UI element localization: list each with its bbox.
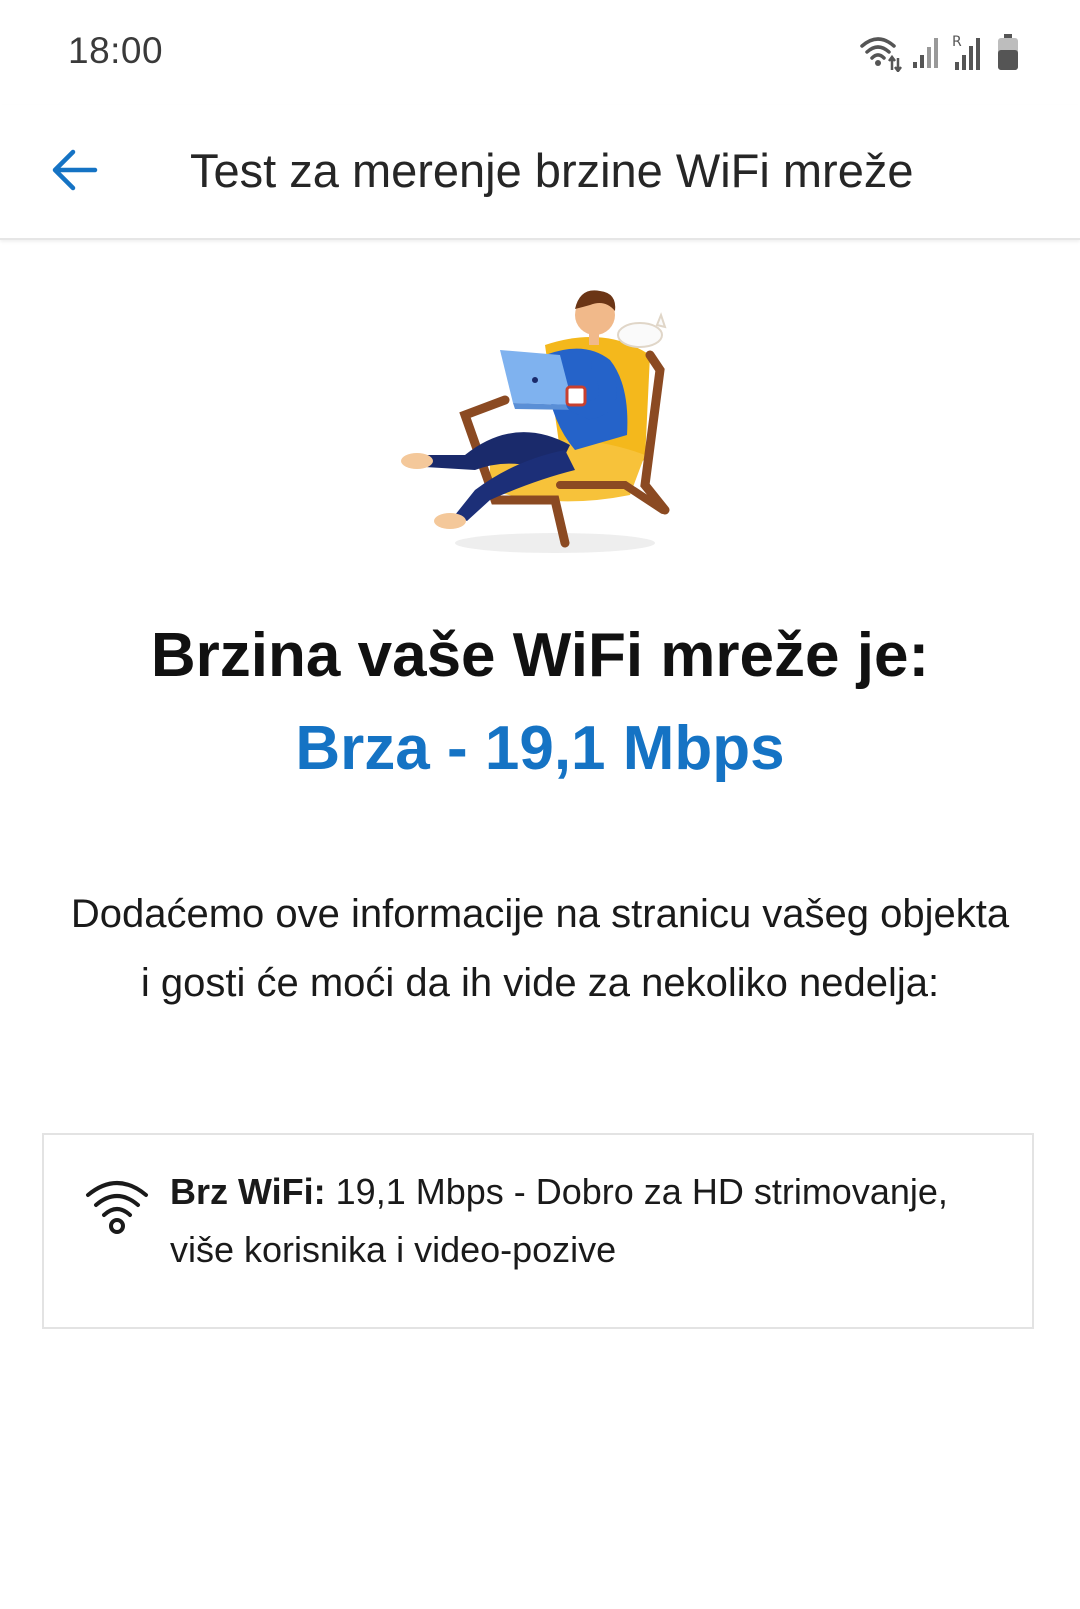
- speed-value: Brza - 19,1 Mbps: [295, 714, 785, 783]
- wifi-info-label: Brz WiFi:: [170, 1171, 326, 1212]
- svg-text:R: R: [952, 34, 962, 50]
- page-title: Test za merenje brzine WiFi mreže: [190, 144, 914, 197]
- wifi-icon: [86, 1181, 148, 1234]
- app-bar: Test za merenje brzine WiFi mreže: [0, 105, 1080, 240]
- arrow-left-icon: [52, 149, 98, 191]
- status-bar: 18:00 R: [0, 0, 1080, 105]
- signal-icon: [913, 38, 938, 68]
- battery-icon: [998, 34, 1018, 70]
- roaming-signal-icon: R: [952, 34, 980, 70]
- status-icons: R: [858, 30, 1020, 74]
- illustration-graphic: [401, 290, 670, 553]
- status-time: 18:00: [68, 30, 164, 71]
- wifi-info-card: Brz WiFi: 19,1 Mbps - Dobro za HD strimo…: [42, 1133, 1034, 1329]
- person-in-armchair-illustration: [395, 285, 685, 565]
- wifi-info-text: Brz WiFi: 19,1 Mbps - Dobro za HD strimo…: [170, 1163, 990, 1279]
- result-headline: Brzina vaše WiFi mreže je:: [150, 621, 930, 690]
- description-text: Dodaćemo ove informacije na stranicu vaš…: [70, 892, 1010, 1005]
- wifi-data-icon: [860, 37, 902, 72]
- back-button[interactable]: [40, 135, 110, 205]
